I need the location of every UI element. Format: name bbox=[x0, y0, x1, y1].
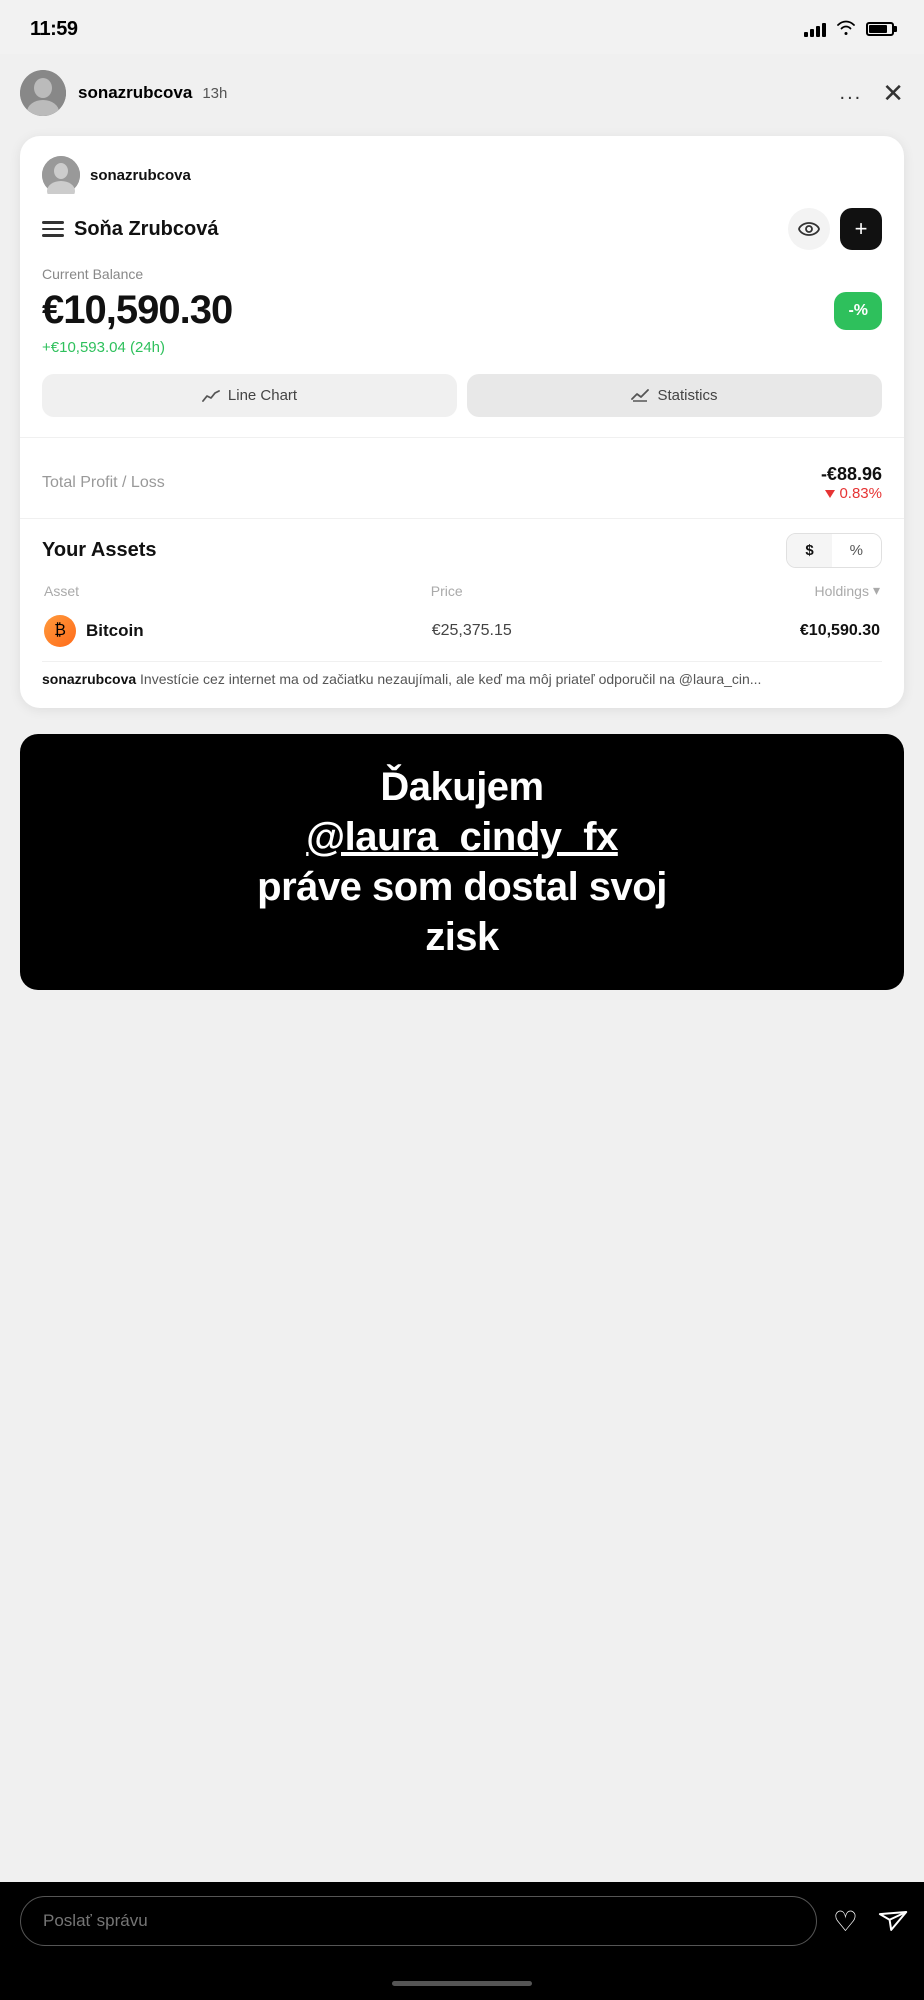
caption-text: sonazrubcova Investície cez internet ma … bbox=[42, 661, 882, 690]
text-overlay: Ďakujem @laura_cindy_fx práve som dostal… bbox=[20, 734, 904, 990]
close-button[interactable]: ✕ bbox=[882, 80, 904, 106]
profit-row: Total Profit / Loss -€88.96 0.83% bbox=[42, 454, 882, 518]
dollar-toggle-button[interactable]: $ bbox=[787, 534, 831, 567]
asset-row: ₿ Bitcoin €25,375.15 €10,590.30 bbox=[42, 609, 882, 653]
story-actions: ... ✕ bbox=[840, 80, 904, 106]
story-area: sonazrubcova 13h ... ✕ sonazrubcova bbox=[0, 54, 924, 1882]
add-button[interactable]: + bbox=[840, 208, 882, 250]
profit-amount: -€88.96 bbox=[821, 464, 882, 485]
battery-icon bbox=[866, 22, 894, 36]
story-avatar bbox=[20, 70, 66, 116]
like-button[interactable]: ♡ bbox=[833, 1905, 858, 1938]
card-username: sonazrubcova bbox=[90, 167, 191, 184]
status-time: 11:59 bbox=[30, 18, 78, 41]
balance-label: Current Balance bbox=[42, 266, 882, 282]
story-username: sonazrubcova bbox=[78, 83, 192, 103]
balance-row: €10,590.30 -% bbox=[42, 288, 882, 333]
story-avatar-image bbox=[20, 70, 66, 116]
chart-buttons: Line Chart Statistics bbox=[42, 374, 882, 417]
wifi-icon bbox=[836, 19, 856, 40]
asset-holdings: €10,590.30 bbox=[800, 622, 880, 640]
asset-name: Bitcoin bbox=[86, 621, 144, 641]
hamburger-menu-icon[interactable] bbox=[42, 221, 64, 237]
home-indicator bbox=[0, 1966, 924, 2000]
bottom-bar: ♡ bbox=[0, 1882, 924, 1966]
profit-label: Total Profit / Loss bbox=[42, 474, 165, 492]
bottom-icons: ♡ bbox=[833, 1905, 904, 1938]
divider1 bbox=[20, 437, 904, 438]
portfolio-card: sonazrubcova Soňa Zrubcová + C bbox=[20, 136, 904, 708]
card-avatar bbox=[42, 156, 80, 194]
status-icons bbox=[804, 19, 894, 40]
divider2 bbox=[20, 518, 904, 519]
asset-table-header: Asset Price Holdings ▾ bbox=[42, 582, 882, 599]
profile-row: Soňa Zrubcová + bbox=[42, 208, 882, 250]
profit-percent: 0.83% bbox=[821, 485, 882, 502]
story-user-info: sonazrubcova 13h bbox=[78, 83, 828, 103]
percent-toggle-button[interactable]: -% bbox=[834, 292, 882, 330]
message-input[interactable] bbox=[20, 1896, 817, 1946]
story-time: 13h bbox=[202, 85, 227, 102]
send-button[interactable] bbox=[871, 1901, 909, 1942]
sort-icon: ▾ bbox=[873, 582, 880, 599]
more-options-button[interactable]: ... bbox=[840, 82, 863, 105]
card-header: sonazrubcova bbox=[42, 156, 882, 194]
col-asset-label: Asset bbox=[44, 583, 79, 599]
caption-username: sonazrubcova bbox=[42, 671, 136, 687]
toggle-buttons: $ % bbox=[786, 533, 882, 568]
statistics-button[interactable]: Statistics bbox=[467, 374, 882, 417]
profile-icons: + bbox=[788, 208, 882, 250]
assets-title: Your Assets bbox=[42, 539, 156, 562]
col-price-label: Price bbox=[431, 583, 463, 599]
bitcoin-icon: ₿ bbox=[44, 615, 76, 647]
percent-toggle-button[interactable]: % bbox=[832, 534, 881, 567]
asset-left: ₿ Bitcoin bbox=[44, 615, 144, 647]
signal-bars-icon bbox=[804, 21, 826, 37]
line-chart-button[interactable]: Line Chart bbox=[42, 374, 457, 417]
eye-button[interactable] bbox=[788, 208, 830, 250]
assets-header: Your Assets $ % bbox=[42, 533, 882, 568]
col-holdings-label: Holdings ▾ bbox=[814, 582, 880, 599]
profile-name-row: Soňa Zrubcová bbox=[42, 218, 218, 241]
profile-name: Soňa Zrubcová bbox=[74, 218, 218, 241]
status-bar: 11:59 bbox=[0, 0, 924, 54]
overlay-mention[interactable]: @laura_cindy_fx bbox=[306, 815, 618, 859]
home-bar bbox=[392, 1981, 532, 1986]
balance-change: +€10,593.04 (24h) bbox=[42, 339, 882, 356]
down-arrow-icon bbox=[825, 490, 835, 498]
asset-price: €25,375.15 bbox=[432, 622, 512, 640]
story-header: sonazrubcova 13h ... ✕ bbox=[0, 54, 924, 128]
overlay-text: Ďakujem @laura_cindy_fx práve som dostal… bbox=[50, 762, 874, 962]
balance-amount: €10,590.30 bbox=[42, 288, 232, 333]
profit-values: -€88.96 0.83% bbox=[821, 464, 882, 502]
